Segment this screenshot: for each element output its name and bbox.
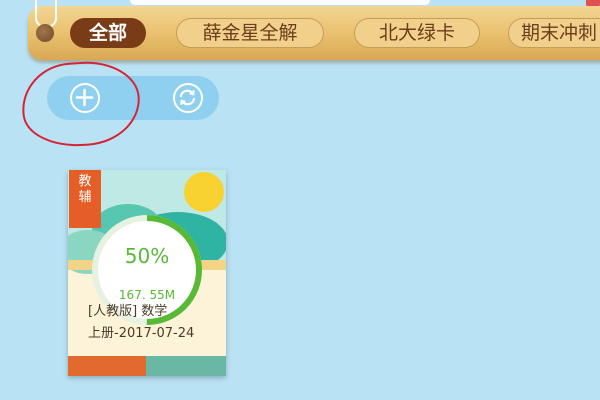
- book-title-line1: [人教版] 数学: [88, 304, 168, 319]
- badge-label: 教辅: [78, 174, 92, 205]
- category-badge: 教辅: [69, 170, 101, 228]
- download-progress-percent: 50%: [124, 244, 170, 268]
- book-title-line2: 上册-2017-07-24: [88, 326, 195, 341]
